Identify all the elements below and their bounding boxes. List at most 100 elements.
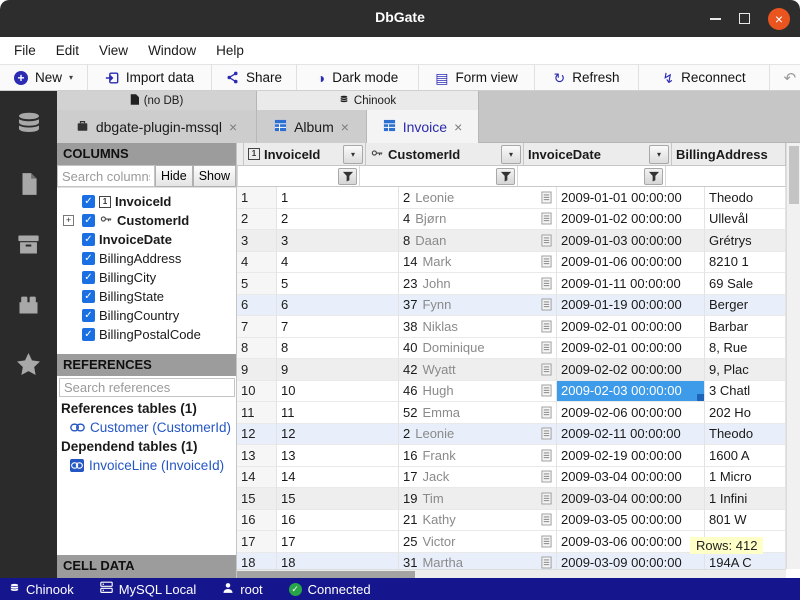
checkbox-checked-icon[interactable]: ✓ (82, 328, 95, 341)
menu-view[interactable]: View (89, 43, 138, 58)
billing-address-cell[interactable]: 1600 A (705, 445, 786, 467)
customer-id-cell[interactable]: 21 Kathy (399, 510, 557, 532)
column-header-billingaddress[interactable]: BillingAddress (672, 143, 786, 166)
menu-edit[interactable]: Edit (46, 43, 89, 58)
invoice-date-cell[interactable]: 2009-03-09 00:00:00 (557, 553, 705, 570)
filter-input-billingaddress[interactable] (666, 166, 785, 186)
filter-icon[interactable] (644, 168, 663, 185)
billing-address-cell[interactable]: Ullevål (705, 209, 786, 231)
row-number-cell[interactable]: 13 (237, 445, 277, 467)
invoice-id-cell[interactable]: 14 (277, 467, 399, 489)
scrollbar-thumb[interactable] (237, 571, 415, 578)
invoice-id-cell[interactable]: 17 (277, 531, 399, 553)
customer-id-cell[interactable]: 52 Emma (399, 402, 557, 424)
row-number-cell[interactable]: 9 (237, 359, 277, 381)
column-list-item[interactable]: + ✓ BillingPostalCode (57, 325, 236, 344)
invoice-id-cell[interactable]: 13 (277, 445, 399, 467)
reference-link[interactable]: Customer (CustomerId) (57, 418, 236, 437)
customer-id-cell[interactable]: 19 Tim (399, 488, 557, 510)
customer-id-cell[interactable]: 40 Dominique (399, 338, 557, 360)
menu-help[interactable]: Help (206, 43, 254, 58)
tab-album[interactable]: Album × (257, 110, 367, 143)
row-number-cell[interactable]: 4 (237, 252, 277, 274)
import-data-button[interactable]: Import data (88, 65, 212, 90)
search-references-input[interactable] (59, 378, 235, 397)
customer-id-cell[interactable]: 46 Hugh (399, 381, 557, 403)
statusbar-user[interactable]: root (222, 582, 262, 597)
show-button[interactable]: Show (193, 165, 236, 187)
column-list-item[interactable]: + ✓ BillingState (57, 287, 236, 306)
menu-window[interactable]: Window (138, 43, 206, 58)
invoice-date-cell[interactable]: 2009-01-02 00:00:00 (557, 209, 705, 231)
column-menu-button[interactable]: ▾ (501, 145, 521, 164)
checkbox-checked-icon[interactable]: ✓ (82, 195, 95, 208)
billing-address-cell[interactable]: 1 Micro (705, 467, 786, 489)
statusbar-database[interactable]: Chinook (9, 582, 74, 597)
statusbar-connection[interactable]: MySQL Local (100, 581, 197, 597)
row-number-cell[interactable]: 2 (237, 209, 277, 231)
billing-address-cell[interactable]: 3 Chatl (705, 381, 786, 403)
search-columns-input[interactable] (57, 165, 155, 187)
invoice-date-cell[interactable]: 2009-03-05 00:00:00 (557, 510, 705, 532)
column-list-item[interactable]: + ✓ BillingCity (57, 268, 236, 287)
customer-id-cell[interactable]: 38 Niklas (399, 316, 557, 338)
customer-id-cell[interactable]: 17 Jack (399, 467, 557, 489)
fill-handle[interactable] (697, 394, 704, 401)
billing-address-cell[interactable]: Barbar (705, 316, 786, 338)
billing-address-cell[interactable]: 69 Sale (705, 273, 786, 295)
invoice-date-cell[interactable]: 2009-02-01 00:00:00 (557, 338, 705, 360)
invoice-date-cell[interactable]: 2009-02-19 00:00:00 (557, 445, 705, 467)
refresh-button[interactable]: ↻ Refresh (535, 65, 639, 90)
row-number-cell[interactable]: 17 (237, 531, 277, 553)
column-menu-button[interactable]: ▾ (343, 145, 363, 164)
vertical-scrollbar[interactable] (786, 143, 800, 569)
filter-icon[interactable] (338, 168, 357, 185)
invoice-id-cell[interactable]: 15 (277, 488, 399, 510)
plugins-icon[interactable] (14, 289, 44, 319)
billing-address-cell[interactable]: Grétrys (705, 230, 786, 252)
column-header-invoicedate[interactable]: InvoiceDate ▾ (524, 143, 672, 166)
invoice-id-cell[interactable]: 5 (277, 273, 399, 295)
customer-id-cell[interactable]: 23 John (399, 273, 557, 295)
billing-address-cell[interactable]: Berger (705, 295, 786, 317)
filter-input-customerid[interactable] (360, 166, 496, 186)
billing-address-cell[interactable]: 8210 1 (705, 252, 786, 274)
column-list-item[interactable]: + ✓ 1 InvoiceId (57, 192, 236, 211)
column-menu-button[interactable]: ▾ (649, 145, 669, 164)
row-number-cell[interactable]: 6 (237, 295, 277, 317)
invoice-date-cell[interactable]: 2009-02-03 00:00:00 (557, 381, 705, 403)
checkbox-checked-icon[interactable]: ✓ (82, 271, 95, 284)
checkbox-checked-icon[interactable]: ✓ (82, 252, 95, 265)
reconnect-button[interactable]: ↯ Reconnect (639, 65, 770, 90)
expand-icon[interactable]: + (63, 215, 74, 226)
invoice-date-cell[interactable]: 2009-02-06 00:00:00 (557, 402, 705, 424)
customer-id-cell[interactable]: 4 Bjørn (399, 209, 557, 231)
checkbox-checked-icon[interactable]: ✓ (82, 309, 95, 322)
column-list-item[interactable]: + ✓ InvoiceDate (57, 230, 236, 249)
close-tab-icon[interactable]: × (341, 119, 349, 135)
billing-address-cell[interactable]: Theodo (705, 424, 786, 446)
statusbar-status[interactable]: ✓ Connected (289, 582, 371, 597)
close-tab-icon[interactable]: × (229, 119, 237, 135)
customer-id-cell[interactable]: 42 Wyatt (399, 359, 557, 381)
invoice-date-cell[interactable]: 2009-01-11 00:00:00 (557, 273, 705, 295)
form-view-button[interactable]: ▤ Form view (419, 65, 535, 90)
customer-id-cell[interactable]: 25 Victor (399, 531, 557, 553)
invoice-id-cell[interactable]: 18 (277, 553, 399, 570)
scrollbar-thumb[interactable] (789, 146, 799, 204)
billing-address-cell[interactable]: 801 W (705, 510, 786, 532)
row-number-cell[interactable]: 5 (237, 273, 277, 295)
row-number-cell[interactable]: 10 (237, 381, 277, 403)
invoice-id-cell[interactable]: 1 (277, 187, 399, 209)
row-number-cell[interactable]: 14 (237, 467, 277, 489)
horizontal-scrollbar[interactable] (237, 569, 786, 578)
row-number-cell[interactable]: 16 (237, 510, 277, 532)
filter-input-invoicedate[interactable] (518, 166, 644, 186)
invoice-date-cell[interactable]: 2009-01-01 00:00:00 (557, 187, 705, 209)
customer-id-cell[interactable]: 2 Leonie (399, 424, 557, 446)
row-number-cell[interactable]: 15 (237, 488, 277, 510)
new-button[interactable]: + New ▾ (0, 65, 88, 90)
billing-address-cell[interactable]: Theodo (705, 187, 786, 209)
customer-id-cell[interactable]: 37 Fynn (399, 295, 557, 317)
invoice-date-cell[interactable]: 2009-03-04 00:00:00 (557, 467, 705, 489)
